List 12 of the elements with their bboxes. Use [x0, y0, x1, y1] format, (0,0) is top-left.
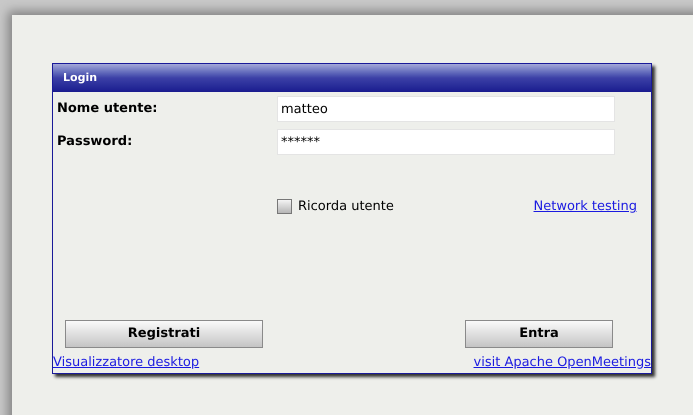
register-button[interactable]: Registrati — [65, 320, 263, 348]
field-label: Nome utente: — [56, 100, 158, 118]
openmeetings-link[interactable]: visit Apache OpenMeetings — [474, 352, 651, 372]
dialog-title: Login — [63, 70, 98, 86]
checkbox-label: Ricorda utente — [298, 198, 394, 216]
login-button[interactable]: Entra — [465, 320, 613, 348]
desktop-viewer-link[interactable]: Visualizzatore desktop — [53, 352, 200, 372]
checkbox[interactable] — [277, 199, 292, 214]
network-testing-link[interactable]: Network testing — [534, 197, 637, 216]
field-label: Password: — [56, 133, 134, 152]
input-field[interactable]: ****** — [277, 129, 615, 155]
input-field[interactable]: matteo — [277, 96, 615, 122]
